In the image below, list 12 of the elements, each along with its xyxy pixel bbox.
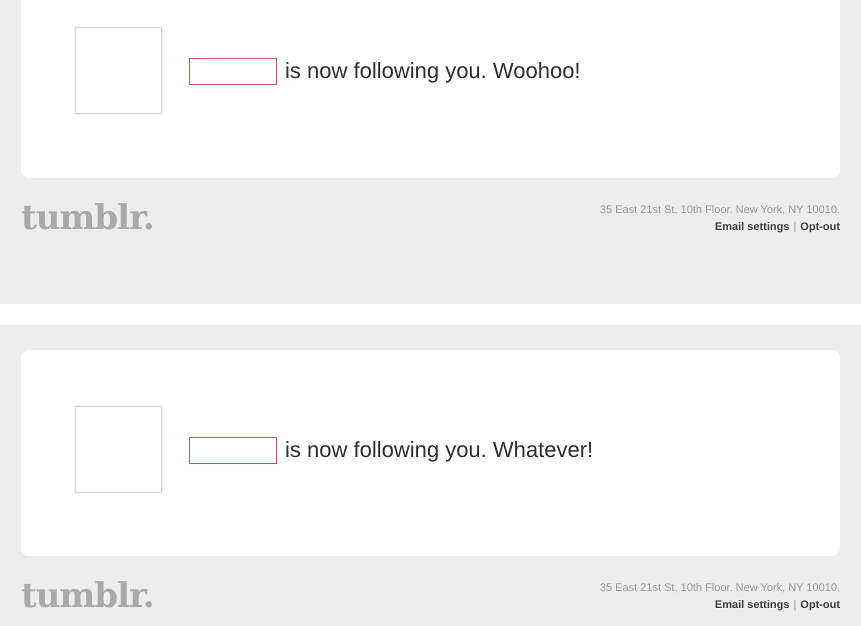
separator: | — [793, 599, 796, 611]
footer-link[interactable]: Opt-out — [800, 221, 840, 233]
postal-address: 35 East 21st St, 10th Floor. New York, NY 10010. — [600, 204, 840, 216]
footer-link[interactable]: Opt-out — [800, 599, 840, 611]
postal-address: 35 East 21st St, 10th Floor. New York, NY 10010. — [600, 582, 840, 594]
logo: tumblr. — [21, 576, 154, 616]
footer-link[interactable]: Email settings — [714, 599, 790, 611]
notification-message: is now following you. Woohoo! — [285, 58, 581, 84]
logo: tumblr. — [21, 198, 154, 238]
notification-message: is now following you. Whatever! — [285, 436, 594, 462]
footer-link[interactable]: Email settings — [714, 221, 790, 233]
separator: | — [793, 221, 796, 233]
